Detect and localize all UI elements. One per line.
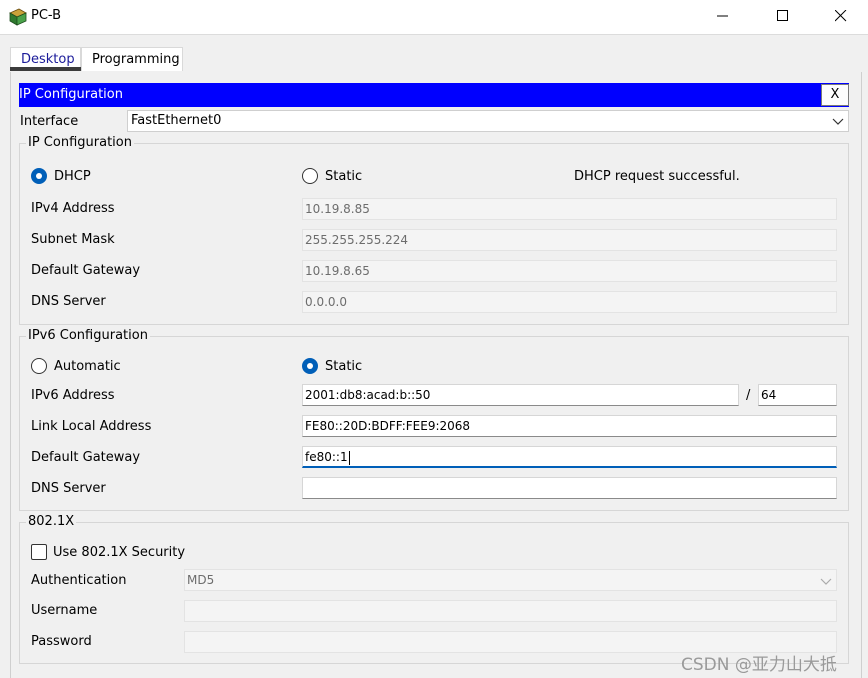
dhcp-status-text: DHCP request successful. <box>574 169 740 184</box>
ipv6-address-label: IPv6 Address <box>31 388 115 403</box>
username-field[interactable] <box>184 600 837 622</box>
ipv4-address-field[interactable]: 10.19.8.85 <box>302 198 837 220</box>
chevron-down-icon <box>832 118 844 125</box>
tab-programming[interactable]: Programming <box>81 47 183 71</box>
static-ipv4-radio[interactable] <box>302 168 318 184</box>
ipv4-address-label: IPv4 Address <box>31 201 115 216</box>
maximize-icon <box>777 10 788 21</box>
authentication-label: Authentication <box>31 573 127 588</box>
window-title: PC-B <box>31 8 62 23</box>
subnet-mask-field[interactable]: 255.255.255.224 <box>302 229 837 251</box>
dhcp-radio[interactable] <box>31 168 47 184</box>
watermark-text: CSDN @亚力山大抵 <box>681 655 837 675</box>
ipv4-dns-field[interactable]: 0.0.0.0 <box>302 291 837 313</box>
ipv6-gateway-value: fe80::1 <box>305 450 348 464</box>
text-caret <box>348 450 350 465</box>
username-label: Username <box>31 603 98 618</box>
ipv4-gateway-field[interactable]: 10.19.8.65 <box>302 260 837 282</box>
title-bar: PC-B <box>0 0 868 34</box>
maximize-button[interactable] <box>754 0 812 32</box>
ipv6-gateway-label: Default Gateway <box>31 450 141 465</box>
link-local-field[interactable]: FE80::20D:BDFF:FEE9:2068 <box>302 415 837 437</box>
close-icon <box>835 10 847 22</box>
tab-strip: Desktop Programming <box>0 34 868 72</box>
ipv6-group-legend: IPv6 Configuration <box>26 328 150 343</box>
minimize-icon <box>717 15 728 17</box>
ipv6-prefix-field[interactable]: 64 <box>758 384 837 406</box>
static-ipv6-label: Static <box>325 359 363 374</box>
ip-config-header: IP Configuration <box>19 83 849 107</box>
authentication-select[interactable]: MD5 <box>184 569 837 591</box>
ipv6-address-field[interactable]: 2001:db8:acad:b::50 <box>302 384 739 406</box>
active-tab-indicator <box>10 67 81 71</box>
automatic-ipv6-label: Automatic <box>54 359 121 374</box>
ipv4-group-legend: IP Configuration <box>26 135 134 150</box>
interface-value: FastEthernet0 <box>131 113 222 128</box>
ipv6-dns-label: DNS Server <box>31 481 106 496</box>
ipv6-gateway-field[interactable]: fe80::1 <box>302 446 837 468</box>
subnet-mask-label: Subnet Mask <box>31 232 115 247</box>
use-dot1x-checkbox[interactable] <box>31 544 47 560</box>
dhcp-label: DHCP <box>54 169 91 184</box>
password-label: Password <box>31 634 92 649</box>
close-window-button[interactable] <box>812 0 868 32</box>
static-ipv4-label: Static <box>325 169 363 184</box>
static-ipv6-radio[interactable] <box>302 358 318 374</box>
close-ip-config-button[interactable]: X <box>821 84 849 106</box>
ipv4-dns-label: DNS Server <box>31 294 106 309</box>
chevron-down-icon <box>820 578 832 585</box>
prefix-separator: / <box>746 388 751 403</box>
ipv6-dns-field[interactable] <box>302 477 837 499</box>
minimize-button[interactable] <box>694 0 752 32</box>
dot1x-group-legend: 802.1X <box>26 514 77 529</box>
authentication-value: MD5 <box>187 573 215 587</box>
interface-select[interactable]: FastEthernet0 <box>127 110 849 132</box>
ipv4-gateway-label: Default Gateway <box>31 263 141 278</box>
use-dot1x-label: Use 802.1X Security <box>53 545 186 560</box>
link-local-label: Link Local Address <box>31 419 152 434</box>
pc-app-icon <box>8 7 28 27</box>
automatic-ipv6-radio[interactable] <box>31 358 47 374</box>
interface-label: Interface <box>20 114 79 129</box>
